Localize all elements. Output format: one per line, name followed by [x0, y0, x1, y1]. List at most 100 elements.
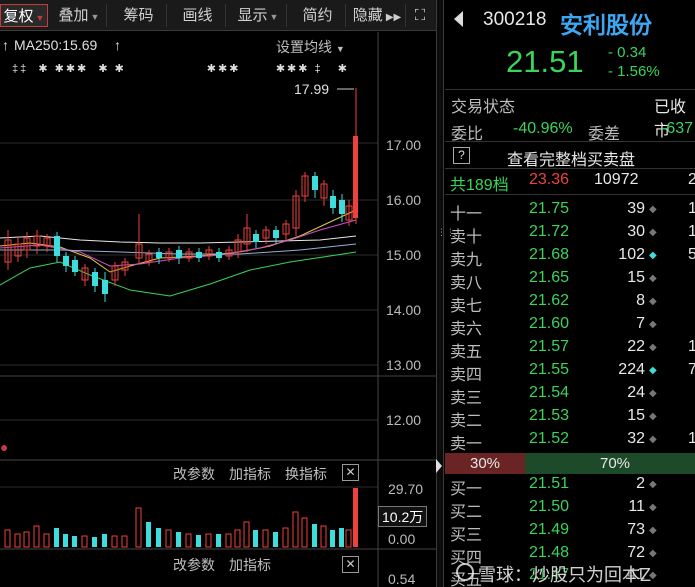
ask-row[interactable]: 卖二 21.53 15 ◆ [445, 407, 695, 430]
ask-volume: 7 [636, 315, 645, 332]
divider-line [445, 141, 695, 142]
ask-level-label: 卖五 [450, 344, 483, 361]
volume-bars [4, 488, 358, 548]
change-params-button[interactable]: 改参数 [173, 464, 215, 484]
bid-row[interactable]: 买三 21.49 73 ◆ [445, 521, 695, 544]
view-full-orderbook-link[interactable]: 查看完整档买卖盘 [507, 146, 635, 170]
divider-line [445, 168, 695, 169]
weicha-value: -637 [661, 120, 694, 137]
draw-line-label: 画线 [182, 7, 213, 24]
ask-volume: 22 [627, 338, 645, 355]
ask-row[interactable]: 卖七 21.62 8 ◆ [445, 292, 695, 315]
kline-chart[interactable]: 17.99 ● [0, 32, 436, 587]
bid-row[interactable]: 买二 21.50 11 ◆ [445, 498, 695, 521]
price-change: - 0.34 [608, 44, 647, 61]
bid-price: 21.50 [529, 498, 570, 515]
ask-row[interactable]: 卖五 21.57 22 ◆ 1 [445, 338, 695, 361]
hide-label: 隐藏 [352, 7, 383, 24]
indicator-mark: ● [0, 439, 8, 455]
order-dot-icon: ◆ [649, 525, 657, 536]
adjust-rights-button[interactable]: 复权 ▼ [0, 4, 48, 27]
divider-line [445, 89, 695, 90]
price-tick: 13.00 [386, 357, 422, 373]
bid-level-label: 买三 [450, 527, 483, 544]
ask-row[interactable]: 卖九 21.68 102 ◆ 5 [445, 246, 695, 269]
stock-code: 300218 [483, 9, 547, 30]
ask-row[interactable]: 卖四 21.55 224 ◆ 7 [445, 361, 695, 384]
ask-volume: 15 [627, 269, 645, 286]
ask-price: 21.54 [529, 384, 570, 401]
ask-price: 21.60 [529, 315, 570, 332]
buy-ratio: 30% [445, 453, 525, 474]
ask-volume: 30 [627, 223, 645, 240]
chart-toolbar: 复权 ▼ 叠加 ▼ 筹码 画线 显示 ▼ 简约 隐藏 ▶▶ ⛶ [0, 0, 436, 31]
drag-handle-icon[interactable]: ⋮⋮ [437, 226, 455, 238]
ask-volume: 39 [627, 200, 645, 217]
order-dot-icon: ◆ [649, 227, 657, 238]
ma-line-white [0, 235, 357, 244]
switch-indicator-button[interactable]: 换指标 [285, 464, 327, 484]
order-dot-icon: ◆ [649, 296, 657, 307]
overlay-button[interactable]: 叠加 ▼ [52, 4, 107, 27]
ask-row[interactable]: 十一 21.75 39 ◆ 1 [445, 200, 695, 223]
ma-setting-button[interactable]: 设置均线 ▼ [276, 37, 345, 57]
add-indicator-button[interactable]: 加指标 [229, 555, 271, 575]
event-markers[interactable]: ‡‡ ✱ ✱✱✱ ✱ ✱ ✱✱✱ ✱✱✱ ‡ ✱ [12, 62, 349, 75]
watermark-text: 雪球：炒股只为回本Z [478, 565, 651, 585]
add-indicator-button[interactable]: 加指标 [229, 464, 271, 484]
ask-level-label: 卖七 [450, 298, 483, 315]
help-icon[interactable]: ? [453, 147, 470, 164]
orderbook-summary-row: 共189档 23.36 10972 2 [445, 171, 695, 194]
price-tick: 14.00 [386, 302, 422, 318]
ask-price: 21.65 [529, 269, 570, 286]
ask-row[interactable]: 卖八 21.65 15 ◆ [445, 269, 695, 292]
change-params-button[interactable]: 改参数 [173, 555, 215, 575]
ask-extra: 1 [688, 223, 695, 240]
order-dot-icon: ◆ [649, 388, 657, 399]
fullscreen-icon[interactable]: ⛶ [408, 4, 432, 27]
bid-price: 21.48 [529, 544, 570, 561]
ask-extra: 5 [688, 246, 695, 263]
ask-extra: 1 [688, 200, 695, 217]
bid-row[interactable]: 买一 21.51 2 ◆ [445, 475, 695, 498]
ma250-label: MA250:15.69 [14, 37, 98, 53]
ask-row[interactable]: 卖十 21.72 30 ◆ 1 [445, 223, 695, 246]
ma-line-yellow [0, 209, 357, 273]
order-dot-icon: ◆ [649, 273, 657, 284]
buy-sell-ratio-bar: 30% 70% [445, 453, 695, 474]
last-price: 21.51 [506, 44, 584, 79]
collapse-arrow-icon[interactable] [436, 459, 442, 473]
ask-row[interactable]: 卖一 21.52 32 ◆ 1 [445, 430, 695, 453]
ask-level-label: 十一 [450, 206, 483, 223]
price-tick: 16.00 [386, 192, 422, 208]
chip-distribution-button[interactable]: 筹码 [111, 4, 167, 27]
chevron-down-icon: ▼ [90, 12, 100, 22]
bid-price: 21.49 [529, 521, 570, 538]
volume-tick: 0.54 [388, 571, 416, 587]
back-arrow-icon[interactable] [454, 11, 463, 27]
ma-arrow-icon: ↑ [2, 37, 9, 53]
weibi-value: -40.96% [513, 120, 573, 137]
panel-divider[interactable] [436, 0, 444, 587]
order-dot-icon: ◆ [649, 342, 657, 353]
order-dot-icon: ◆ [649, 502, 657, 513]
draw-line-button[interactable]: 画线 [170, 4, 226, 27]
ask-level-label: 卖二 [450, 413, 483, 430]
ask-row[interactable]: 卖六 21.60 7 ◆ [445, 315, 695, 338]
volume-tick: 29.70 [388, 481, 424, 497]
display-button[interactable]: 显示 ▼ [230, 4, 287, 27]
divider-line [445, 194, 695, 195]
close-icon[interactable]: ✕ [342, 556, 359, 573]
stock-name[interactable]: 安利股份 [560, 6, 652, 40]
ask-row[interactable]: 卖三 21.54 24 ◆ [445, 384, 695, 407]
close-icon[interactable]: ✕ [342, 464, 359, 481]
hide-button[interactable]: 隐藏 ▶▶ [349, 4, 406, 27]
ask-volume: 15 [627, 407, 645, 424]
ask-volume: 8 [636, 292, 645, 309]
ask-price: 21.57 [529, 338, 570, 355]
max-price-label: 17.99 [294, 81, 329, 97]
bid-volume: 72 [627, 544, 645, 561]
play-icon: ▶▶ [385, 12, 402, 23]
ask-price: 21.52 [529, 430, 570, 447]
simple-mode-button[interactable]: 简约 [290, 4, 346, 27]
